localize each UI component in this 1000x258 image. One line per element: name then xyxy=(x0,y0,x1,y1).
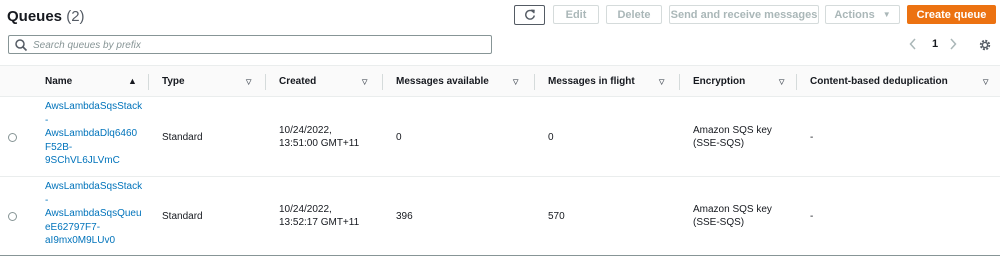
column-label: Name xyxy=(45,76,73,87)
queue-created: 10/24/2022, 13:51:00 GMT+11 xyxy=(279,124,359,150)
column-divider xyxy=(796,74,797,90)
queue-count: (2) xyxy=(66,8,85,25)
table-row[interactable]: AwsLambdaSqsStack - AwsLambdaSqsQueu eE6… xyxy=(0,177,1000,256)
column-header-type[interactable]: Type ▽ xyxy=(162,66,257,97)
created-date: 10/24/2022, xyxy=(279,125,332,136)
edit-button[interactable]: Edit xyxy=(553,5,599,24)
column-header-content-based-deduplication[interactable]: Content-based deduplication ▽ xyxy=(810,66,995,97)
column-header-messages-in-flight[interactable]: Messages in flight ▽ xyxy=(548,66,673,97)
column-label: Type xyxy=(162,76,185,87)
column-label: Messages available xyxy=(396,76,489,87)
queue-type: Standard xyxy=(162,211,203,222)
column-divider xyxy=(679,74,680,90)
queue-name-line: - xyxy=(45,114,49,126)
queue-type: Standard xyxy=(162,132,203,143)
column-divider xyxy=(534,74,535,90)
encryption-line: Amazon SQS key xyxy=(693,125,772,136)
column-divider xyxy=(382,74,383,90)
next-page-button[interactable] xyxy=(948,37,960,53)
queue-name-line: AwsLambdaSqsStack xyxy=(45,101,143,112)
page-title-text: Queues xyxy=(7,8,63,25)
queue-name-link[interactable]: AwsLambdaSqsStack - AwsLambdaSqsQueu eE6… xyxy=(45,180,150,248)
refresh-button[interactable] xyxy=(514,5,545,25)
row-select-radio[interactable] xyxy=(8,212,17,221)
delete-button[interactable]: Delete xyxy=(606,5,662,24)
sort-icon: ▽ xyxy=(983,79,989,86)
queue-name-line: aI9mx0M9LUv0 xyxy=(45,235,116,246)
sort-icon: ▽ xyxy=(513,79,519,86)
queue-encryption: Amazon SQS key (SSE-SQS) xyxy=(693,203,772,229)
column-label: Encryption xyxy=(693,76,746,87)
created-time: 13:51:00 GMT+11 xyxy=(279,138,360,149)
actions-label: Actions xyxy=(834,8,875,21)
column-label: Messages in flight xyxy=(548,76,635,87)
send-receive-messages-button[interactable]: Send and receive messages xyxy=(669,5,819,24)
column-header-name[interactable]: Name ▲ xyxy=(45,66,145,97)
column-label: Content-based deduplication xyxy=(810,76,948,87)
settings-gear-icon[interactable] xyxy=(978,38,992,52)
queue-created: 10/24/2022, 13:52:17 GMT+11 xyxy=(279,203,359,229)
column-divider xyxy=(265,74,266,90)
actions-dropdown[interactable]: Actions ▼ xyxy=(825,5,900,24)
created-date: 10/24/2022, xyxy=(279,204,332,215)
search-input[interactable] xyxy=(31,37,485,54)
page-title: Queues (2) xyxy=(7,8,85,25)
created-time: 13:52:17 GMT+11 xyxy=(279,217,360,228)
column-header-created[interactable]: Created ▽ xyxy=(279,66,379,97)
queue-name-link[interactable]: AwsLambdaSqsStack - AwsLambdaDlq6460 F52… xyxy=(45,100,150,168)
sort-ascending-icon: ▲ xyxy=(128,76,137,86)
sort-icon: ▽ xyxy=(659,79,665,86)
column-header-encryption[interactable]: Encryption ▽ xyxy=(693,66,793,97)
encryption-line: (SSE-SQS) xyxy=(693,217,745,228)
queue-name-line: F52B- xyxy=(45,141,73,153)
sort-icon: ▽ xyxy=(362,79,368,86)
messages-available: 0 xyxy=(396,132,402,143)
chevron-left-icon xyxy=(909,38,916,50)
sort-icon: ▽ xyxy=(246,79,252,86)
encryption-line: Amazon SQS key xyxy=(693,204,772,215)
content-based-deduplication: - xyxy=(810,132,814,143)
queue-encryption: Amazon SQS key (SSE-SQS) xyxy=(693,124,772,150)
encryption-line: (SSE-SQS) xyxy=(693,138,745,149)
create-queue-button[interactable]: Create queue xyxy=(907,5,996,24)
messages-in-flight: 570 xyxy=(548,211,565,222)
queue-name-line: AwsLambdaSqsStack xyxy=(45,181,143,192)
queue-name-line: AwsLambdaSqsQueu xyxy=(45,208,142,219)
table-header: Name ▲ Type ▽ Created ▽ Messages availab… xyxy=(0,65,1000,97)
column-label: Created xyxy=(279,76,317,87)
search-icon xyxy=(15,39,28,52)
content-based-deduplication: - xyxy=(810,211,814,222)
queue-name-line: 9SChVL6JLVmC xyxy=(45,155,120,166)
refresh-icon xyxy=(524,9,535,20)
queue-name-line: eE62797F7- xyxy=(45,221,101,233)
messages-in-flight: 0 xyxy=(548,132,554,143)
table-row[interactable]: AwsLambdaSqsStack - AwsLambdaDlq6460 F52… xyxy=(0,97,1000,177)
queue-name-line: AwsLambdaDlq6460 xyxy=(45,128,138,139)
row-select-radio[interactable] xyxy=(8,133,17,142)
caret-down-icon: ▼ xyxy=(882,10,891,19)
sort-icon: ▽ xyxy=(779,79,785,86)
messages-available: 396 xyxy=(396,211,413,222)
chevron-right-icon xyxy=(950,38,957,50)
previous-page-button[interactable] xyxy=(908,37,920,53)
column-divider xyxy=(148,74,149,90)
column-header-messages-available[interactable]: Messages available ▽ xyxy=(396,66,531,97)
queue-name-line: - xyxy=(45,194,49,206)
search-box[interactable] xyxy=(8,35,492,54)
queues-header: Queues (2) Edit Delete Send and receive … xyxy=(0,0,1000,30)
current-page-number[interactable]: 1 xyxy=(930,38,940,54)
